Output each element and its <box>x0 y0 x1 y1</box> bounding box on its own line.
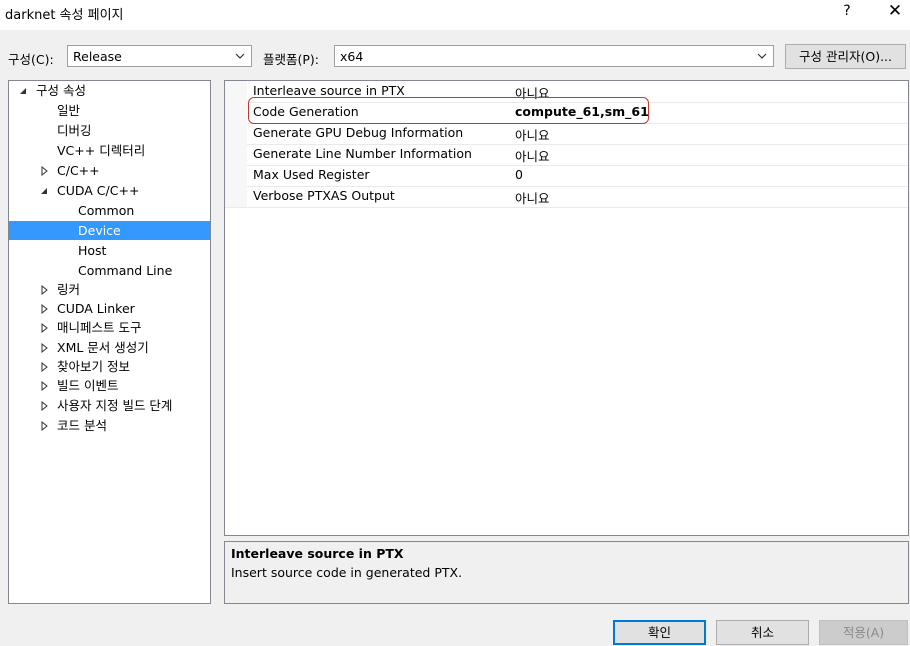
tree-item-custom-build-step[interactable]: 사용자 지정 빌드 단계 <box>9 396 210 415</box>
ok-button[interactable]: 확인 <box>613 620 706 645</box>
annotation-highlight <box>248 97 649 124</box>
window-title: darknet 속성 페이지 <box>5 8 124 23</box>
collapsed-arrow-icon <box>41 421 48 431</box>
property-row-max-used-register[interactable]: Max Used Register 0 <box>225 165 908 187</box>
tree-item-code-analysis[interactable]: 코드 분석 <box>9 416 210 435</box>
collapsed-arrow-icon <box>41 343 48 353</box>
tree-item-manifest-tool[interactable]: 매니페스트 도구 <box>9 318 210 337</box>
chevron-down-icon <box>757 53 767 59</box>
property-name: Generate GPU Debug Information <box>253 125 464 140</box>
property-grid[interactable]: Interleave source in PTX 아니요 Code Genera… <box>224 80 909 536</box>
property-value[interactable]: 아니요 <box>515 146 550 165</box>
platform-label: 플랫폼(P): <box>263 52 320 67</box>
tree-item-label: Common <box>78 203 135 218</box>
tree-item-label: 링커 <box>57 282 81 297</box>
platform-value: x64 <box>340 49 364 64</box>
row-gutter <box>225 165 247 186</box>
tree-item-linker[interactable]: 링커 <box>9 280 210 299</box>
description-title: Interleave source in PTX <box>231 546 404 561</box>
config-combo[interactable]: Release <box>67 45 252 67</box>
property-value[interactable]: 아니요 <box>515 125 550 144</box>
close-button[interactable]: ✕ <box>882 1 908 25</box>
row-gutter <box>225 144 247 165</box>
tree-item-common[interactable]: Common <box>9 201 210 220</box>
row-gutter <box>225 81 247 102</box>
tree-item-label: 찾아보기 정보 <box>57 359 130 374</box>
tree-item-label: 빌드 이벤트 <box>57 378 119 393</box>
config-manager-button[interactable]: 구성 관리자(O)... <box>785 44 906 69</box>
collapsed-arrow-icon <box>41 401 48 411</box>
collapsed-arrow-icon <box>41 323 48 333</box>
collapsed-arrow-icon <box>41 362 48 372</box>
property-name: Max Used Register <box>253 167 370 182</box>
tree-item-vc-directories[interactable]: VC++ 디렉터리 <box>9 141 210 160</box>
property-name: Generate Line Number Information <box>253 146 472 161</box>
property-name: Verbose PTXAS Output <box>253 188 395 203</box>
tree-item-xml-doc-generator[interactable]: XML 문서 생성기 <box>9 338 210 357</box>
tree-item-cuda-cpp[interactable]: CUDA C/C++ <box>9 181 210 200</box>
tree-item-label: Command Line <box>78 263 173 278</box>
cancel-button[interactable]: 취소 <box>716 620 809 645</box>
tree-item-label: 일반 <box>57 103 81 118</box>
tree-item-label: Device <box>78 223 121 238</box>
config-label: 구성(C): <box>8 52 54 67</box>
chevron-down-icon <box>235 53 245 59</box>
collapsed-arrow-icon <box>41 381 48 391</box>
tree-item-label: Host <box>78 243 107 258</box>
tree-item-label: C/C++ <box>57 163 100 178</box>
property-value[interactable]: 0 <box>515 167 523 182</box>
platform-combo[interactable]: x64 <box>334 45 774 67</box>
tree-item-label: 구성 속성 <box>36 83 86 98</box>
tree-item-label: VC++ 디렉터리 <box>57 143 146 158</box>
tree-item-label: 사용자 지정 빌드 단계 <box>57 398 173 413</box>
property-row-verbose-ptxas[interactable]: Verbose PTXAS Output 아니요 <box>225 186 908 208</box>
property-row-line-number-info[interactable]: Generate Line Number Information 아니요 <box>225 144 908 166</box>
tree-item-device[interactable]: Device <box>9 221 210 240</box>
apply-button[interactable]: 적용(A) <box>819 620 908 645</box>
collapsed-arrow-icon <box>41 285 48 295</box>
property-name: Interleave source in PTX <box>253 83 405 98</box>
tree-item-browse-info[interactable]: 찾아보기 정보 <box>9 357 210 376</box>
tree-item-build-events[interactable]: 빌드 이벤트 <box>9 376 210 395</box>
row-gutter <box>225 102 247 123</box>
tree-item-label: 코드 분석 <box>57 418 107 433</box>
tree-item-command-line[interactable]: Command Line <box>9 261 210 280</box>
description-panel: Interleave source in PTX Insert source c… <box>224 541 909 604</box>
tree-item-debugging[interactable]: 디버깅 <box>9 121 210 140</box>
property-tree[interactable]: 구성 속성 일반 디버깅 VC++ 디렉터리 C/C++ CUDA C/C++ … <box>8 80 211 604</box>
collapsed-arrow-icon <box>41 304 48 314</box>
config-value: Release <box>73 49 122 64</box>
collapsed-arrow-icon <box>41 166 48 176</box>
expanded-arrow-icon <box>20 88 26 94</box>
title-bar: darknet 속성 페이지 ? ✕ <box>0 0 910 30</box>
tree-item-general[interactable]: 일반 <box>9 101 210 120</box>
tree-item-label: XML 문서 생성기 <box>57 340 149 355</box>
tree-item-label: 디버깅 <box>57 123 92 138</box>
expanded-arrow-icon <box>41 188 47 194</box>
row-gutter <box>225 186 247 207</box>
tree-item-label: CUDA C/C++ <box>57 183 140 198</box>
tree-item-label: 매니페스트 도구 <box>57 320 142 335</box>
help-button[interactable]: ? <box>836 3 858 25</box>
description-text: Insert source code in generated PTX. <box>231 565 463 580</box>
tree-item-config-properties[interactable]: 구성 속성 <box>9 81 210 100</box>
property-value[interactable]: 아니요 <box>515 188 550 207</box>
tree-item-cuda-linker[interactable]: CUDA Linker <box>9 299 210 318</box>
tree-item-cpp[interactable]: C/C++ <box>9 161 210 180</box>
tree-item-label: CUDA Linker <box>57 301 135 316</box>
property-row-gpu-debug-info[interactable]: Generate GPU Debug Information 아니요 <box>225 123 908 145</box>
tree-item-host[interactable]: Host <box>9 241 210 260</box>
row-gutter <box>225 123 247 144</box>
